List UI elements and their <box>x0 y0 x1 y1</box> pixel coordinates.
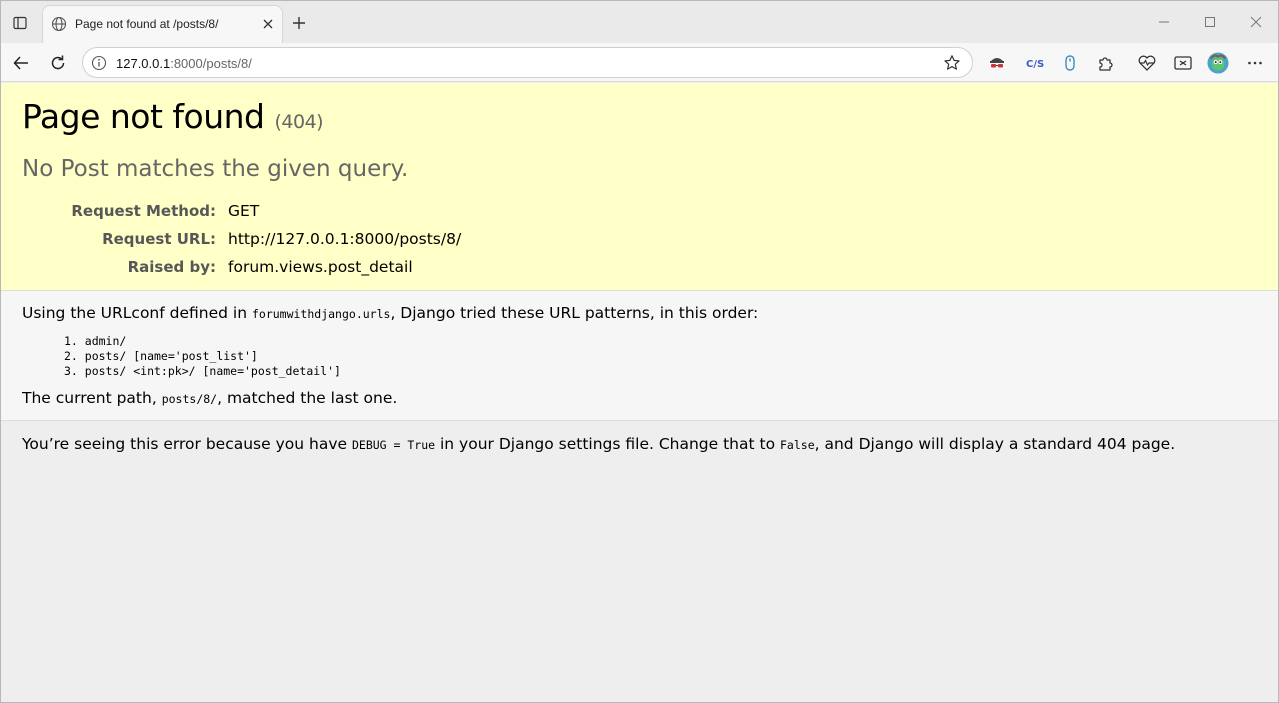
urlconf-text: Using the URLconf defined in <box>22 304 252 322</box>
svg-text:C/S: C/S <box>1026 59 1044 70</box>
current-path-text: The current path, <box>22 389 162 407</box>
mouse-icon <box>1065 55 1075 71</box>
urlconf-text: , Django tried these URL patterns, in th… <box>390 304 759 322</box>
screenshot-button[interactable] <box>1172 52 1194 74</box>
error-message: No Post matches the given query. <box>22 156 409 182</box>
status-code: (404) <box>274 111 324 133</box>
meta-key: Request URL: <box>102 230 216 248</box>
urlconf-info: Using the URLconf defined in forumwithdj… <box>1 291 1278 421</box>
address-bar[interactable]: 127.0.0.1:8000/posts/8/ <box>82 47 973 78</box>
avatar-icon <box>1207 52 1229 74</box>
extension-mouse-button[interactable] <box>1059 52 1081 74</box>
reload-icon <box>51 55 65 70</box>
page-title-text: Page not found <box>22 97 265 136</box>
back-button[interactable] <box>8 50 34 76</box>
profile-avatar-button[interactable] <box>1207 52 1229 74</box>
url-path: :8000/posts/8/ <box>170 56 252 71</box>
star-icon <box>944 55 960 70</box>
page-content: Page not found (404) No Post matches the… <box>1 83 1278 702</box>
back-arrow-icon <box>13 56 28 70</box>
url-pattern-item: 3. posts/ <int:pk>/ [name='post_detail'] <box>64 364 341 378</box>
close-icon <box>263 19 273 29</box>
extension-incognito-button[interactable] <box>986 52 1008 74</box>
browser-essentials-button[interactable] <box>1136 52 1158 74</box>
browser-toolbar: 127.0.0.1:8000/posts/8/ C/S <box>1 43 1278 82</box>
meta-row-raised-by: Raised by: forum.views.post_detail <box>1 258 601 286</box>
favorite-button[interactable] <box>942 53 962 73</box>
minimize-button[interactable] <box>1152 11 1176 33</box>
meta-row-method: Request Method: GET <box>1 202 601 230</box>
url-text[interactable]: 127.0.0.1:8000/posts/8/ <box>116 56 252 71</box>
explanation-text: , and Django will display a standard 404… <box>814 435 1176 453</box>
url-pattern-item: 1. admin/ <box>64 334 127 348</box>
tab-strip: Page not found at /posts/8/ <box>1 1 1278 43</box>
urlconf-description: Using the URLconf defined in forumwithdj… <box>22 304 758 322</box>
tab-close-button[interactable] <box>259 15 277 33</box>
request-meta-table: Request Method: GET Request URL: http://… <box>1 202 601 286</box>
tab-active[interactable]: Page not found at /posts/8/ <box>42 5 283 43</box>
window-close-button[interactable] <box>1244 11 1268 33</box>
close-icon <box>1250 16 1262 28</box>
url-host: 127.0.0.1 <box>116 56 171 71</box>
maximize-icon <box>1205 17 1215 27</box>
tab-actions-icon <box>13 16 27 30</box>
explanation-text: You’re seeing this error because you hav… <box>22 435 352 453</box>
meta-key: Raised by: <box>127 258 216 276</box>
page-title: Page not found (404) <box>22 97 324 136</box>
minimize-icon <box>1159 21 1169 23</box>
url-patterns-list: 1. admin/ 2. posts/ [name='post_list'] 3… <box>64 334 341 379</box>
info-icon[interactable] <box>91 55 107 71</box>
explanation-text: in your Django settings file. Change tha… <box>435 435 780 453</box>
new-tab-button[interactable] <box>288 12 310 34</box>
screenshot-icon <box>1174 56 1192 70</box>
spy-mask-icon <box>990 58 1004 68</box>
heart-pulse-icon <box>1138 55 1156 71</box>
current-path: posts/8/ <box>161 392 218 406</box>
url-pattern-item: 2. posts/ [name='post_list'] <box>64 349 258 363</box>
tab-actions-button[interactable] <box>9 12 31 34</box>
debug-setting: DEBUG = True <box>351 438 436 452</box>
more-icon <box>1248 61 1262 65</box>
current-path-description: The current path, posts/8/, matched the … <box>22 389 397 407</box>
meta-key: Request Method: <box>71 202 216 220</box>
extension-css-js-button[interactable]: C/S <box>1023 52 1045 74</box>
meta-value: http://127.0.0.1:8000/posts/8/ <box>228 230 462 248</box>
extensions-button[interactable] <box>1095 52 1117 74</box>
meta-value: forum.views.post_detail <box>228 258 413 276</box>
settings-more-button[interactable] <box>1244 52 1266 74</box>
plus-icon <box>293 17 305 29</box>
current-path-text: , matched the last one. <box>217 389 398 407</box>
urlconf-module: forumwithdjango.urls <box>251 307 391 321</box>
puzzle-icon <box>1099 57 1113 71</box>
debug-explanation: You’re seeing this error because you hav… <box>22 435 1175 453</box>
browser-window: Page not found at /posts/8/ 127.0.0.1:80… <box>0 0 1279 703</box>
false-value: False <box>780 438 815 452</box>
globe-icon <box>51 16 67 32</box>
meta-row-url: Request URL: http://127.0.0.1:8000/posts… <box>1 230 601 258</box>
reload-button[interactable] <box>45 50 71 76</box>
css-js-icon: C/S <box>1026 59 1044 70</box>
maximize-button[interactable] <box>1198 11 1222 33</box>
meta-value: GET <box>228 202 260 220</box>
tab-title: Page not found at /posts/8/ <box>75 17 219 31</box>
error-summary: Page not found (404) No Post matches the… <box>1 83 1278 291</box>
